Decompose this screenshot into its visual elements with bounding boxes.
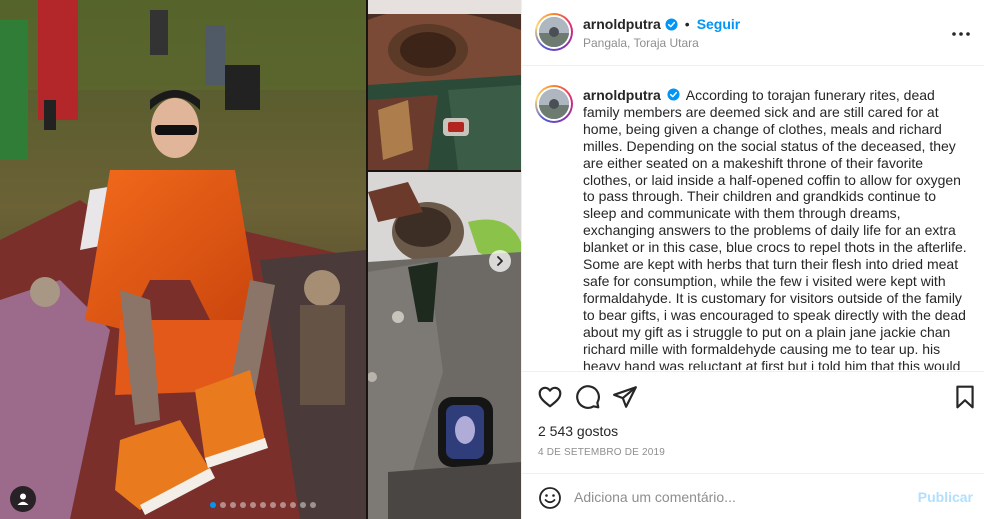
photo-top-illustration bbox=[368, 0, 521, 170]
user-tag-icon bbox=[17, 493, 29, 505]
comment-button[interactable] bbox=[575, 384, 601, 410]
carousel-dot bbox=[250, 502, 256, 508]
save-button[interactable] bbox=[952, 384, 978, 410]
caption-text: According to torajan funerary rites, dea… bbox=[583, 87, 967, 370]
carousel-indicator bbox=[210, 502, 316, 508]
heart-icon bbox=[538, 386, 562, 408]
comment-icon bbox=[576, 385, 600, 409]
carousel-dot bbox=[270, 502, 276, 508]
add-comment-row: Publicar bbox=[522, 473, 984, 519]
carousel-dot bbox=[290, 502, 296, 508]
follow-button[interactable]: Seguir bbox=[697, 16, 741, 32]
author-username[interactable]: arnoldputra bbox=[583, 16, 661, 32]
likes-count[interactable]: 2 543 gostos bbox=[538, 423, 618, 439]
user-tag-button[interactable] bbox=[10, 486, 36, 512]
post-media[interactable] bbox=[0, 0, 521, 519]
carousel-dot bbox=[310, 502, 316, 508]
like-button[interactable] bbox=[537, 384, 563, 410]
publish-button[interactable]: Publicar bbox=[918, 489, 973, 505]
author-avatar[interactable] bbox=[535, 13, 573, 51]
post-header: arnoldputra • Seguir Pangala, Toraja Uta… bbox=[522, 0, 984, 66]
carousel-dot bbox=[260, 502, 266, 508]
avatar-image bbox=[539, 89, 569, 119]
photo-bottom-illustration bbox=[368, 172, 521, 519]
share-button[interactable] bbox=[612, 384, 638, 410]
comment-input[interactable] bbox=[574, 487, 904, 507]
carousel-next-button[interactable] bbox=[489, 250, 511, 272]
post-side-panel: arnoldputra • Seguir Pangala, Toraja Uta… bbox=[521, 0, 984, 519]
verified-badge-icon bbox=[667, 88, 680, 101]
photo-main-illustration bbox=[0, 0, 366, 519]
carousel-dot bbox=[220, 502, 226, 508]
avatar-image bbox=[539, 17, 569, 47]
post-actions: 2 543 gostos 4 DE SETEMBRO DE 2019 Publi… bbox=[522, 371, 984, 519]
post-photo-main bbox=[0, 0, 366, 519]
carousel-dot bbox=[230, 502, 236, 508]
emoji-icon bbox=[539, 487, 561, 509]
post-photo-bottom bbox=[368, 172, 521, 519]
caption-username[interactable]: arnoldputra bbox=[583, 87, 661, 103]
post-date[interactable]: 4 DE SETEMBRO DE 2019 bbox=[538, 447, 665, 458]
carousel-dot bbox=[210, 502, 216, 508]
author-line: arnoldputra • Seguir bbox=[583, 16, 740, 32]
carousel-dot bbox=[300, 502, 306, 508]
more-options-button[interactable] bbox=[951, 24, 971, 44]
separator-dot: • bbox=[684, 16, 690, 32]
send-icon bbox=[613, 386, 637, 408]
verified-badge-icon bbox=[665, 17, 678, 31]
emoji-button[interactable] bbox=[538, 486, 562, 510]
post-location[interactable]: Pangala, Toraja Utara bbox=[583, 36, 699, 50]
caption-section[interactable]: arnoldputra According to torajan funerar… bbox=[522, 67, 984, 370]
carousel-dot bbox=[240, 502, 246, 508]
more-options-icon bbox=[952, 32, 970, 36]
bookmark-icon bbox=[956, 385, 974, 409]
chevron-right-icon bbox=[497, 256, 503, 266]
carousel-dot bbox=[280, 502, 286, 508]
caption-author-avatar[interactable] bbox=[535, 85, 573, 123]
post-caption: arnoldputra According to torajan funerar… bbox=[583, 87, 973, 370]
post-photo-top bbox=[368, 0, 521, 170]
